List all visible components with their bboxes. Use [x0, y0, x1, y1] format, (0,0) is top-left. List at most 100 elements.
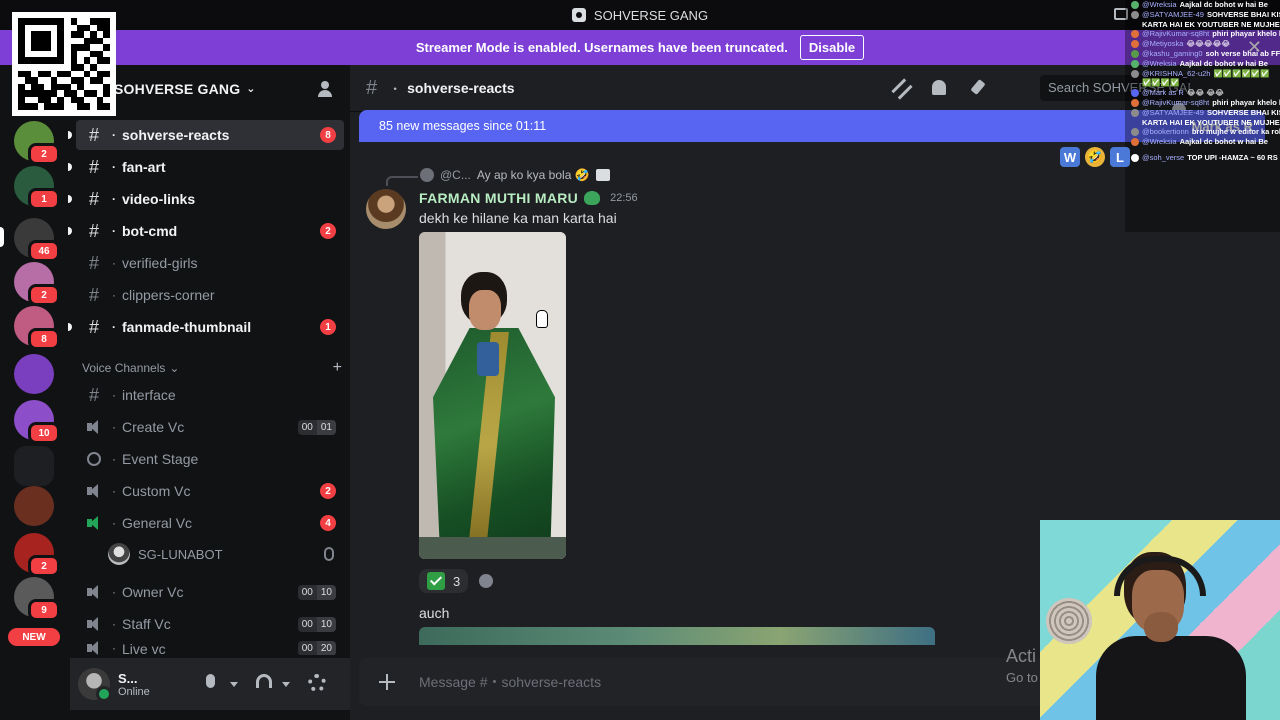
channel-verified-girls[interactable]: # · verified-girls [76, 248, 344, 278]
channel-label: sohverse-reacts [122, 127, 230, 143]
reply-preview[interactable]: @C... Ay ap ko kya bola 🤣 [386, 168, 610, 186]
avatar [1131, 108, 1139, 117]
chat-message: SOHVERSE BHAI KISIKO [1206, 9, 1280, 19]
channel-sidebar: SOHVERSE GANG ⌄ # · sohverse-reacts 8 # · fan-… [68, 65, 350, 720]
channel-create-vc[interactable]: · Create Vc 00 01 [76, 412, 344, 442]
user-limit-value: 00 [297, 419, 317, 435]
stream-chat-overlay: @Wreksia Aajkal dc bohot w hai Be @SATYAMJ… [1125, 0, 1280, 232]
microphone-icon[interactable] [206, 674, 215, 688]
chat-message: TOP UPI -HAMZA ~ 60 RS [1187, 152, 1278, 162]
channel-custom-vc[interactable]: · Custom Vc 2 [76, 476, 344, 506]
check-icon [427, 572, 445, 590]
server-icon-music-server[interactable]: 46 [14, 218, 60, 262]
channel-label: Live vc [122, 641, 166, 655]
image-attachment[interactable] [419, 627, 935, 645]
stage-icon [84, 451, 104, 467]
server-badge: 8 [28, 328, 60, 350]
chat-message: ✅✅✅✅ [1142, 78, 1180, 88]
channel-label: Staff Vc [122, 616, 171, 632]
channel-video-links[interactable]: # · video-links [68, 184, 344, 214]
headphones-icon[interactable] [256, 674, 272, 688]
message-text: auch [419, 605, 450, 621]
pin-icon[interactable] [970, 79, 986, 95]
chat-message: Aajkal dc bohot w hai Be [1179, 137, 1268, 147]
channel-live-vc[interactable]: · Live vc 00 20 [76, 641, 344, 655]
server-icon-folder-server[interactable] [14, 446, 54, 486]
threads-icon[interactable] [891, 78, 913, 100]
channel-staff-vc[interactable]: · Staff Vc 00 10 [76, 609, 344, 639]
gear-icon[interactable] [308, 674, 326, 692]
server-icon-pixel-server[interactable]: 9 [14, 577, 60, 621]
channel-clippers-corner[interactable]: # · clippers-corner [76, 280, 344, 310]
plus-icon[interactable] [375, 670, 399, 694]
chat-user: @Mark as R [1142, 88, 1184, 98]
microphone-muted-icon [324, 547, 334, 561]
avatar[interactable] [366, 189, 406, 229]
channel-bot-cmd[interactable]: # · bot-cmd 2 [68, 216, 344, 246]
message-timestamp: 22:56 [610, 192, 638, 204]
chat-user: @KRISHNA_62-u2h [1142, 68, 1211, 78]
stream-chat-line: KARTA HAI EK YOUTUBER NE MUJHE BATA [1125, 118, 1280, 128]
overlay-badges: W 🤣 L [1060, 147, 1130, 167]
message-input[interactable]: Message #・sohverse-reacts [419, 672, 601, 692]
stream-chat-line: @SATYAMJEE-49SOHVERSE BHAI KISIKO [1125, 108, 1280, 118]
avatar [1131, 128, 1139, 137]
server-icon-logo-server[interactable]: 10 [14, 400, 60, 444]
chevron-down-icon: ⌄ [246, 83, 256, 95]
chat-message: 😂😂😂😂😂 [1186, 39, 1231, 49]
server-icon-cat-server[interactable]: 2 [14, 262, 60, 306]
image-attachment[interactable] [419, 232, 566, 559]
bell-icon[interactable] [932, 80, 946, 95]
server-badge: 2 [28, 143, 60, 165]
hash-icon: # [88, 252, 99, 273]
user-limit: 00 10 [297, 616, 336, 632]
chat-message: 😂😂 😂😂 [1186, 88, 1224, 98]
message-author[interactable]: FARMAN MUTHI MARU [419, 190, 578, 206]
server-icon-anime-server[interactable]: 8 [14, 306, 60, 350]
channel-sohverse-reacts[interactable]: # · sohverse-reacts 8 [68, 120, 344, 150]
avatar [108, 543, 130, 565]
chat-message: Aajkal dc bohot w hai Be [1179, 0, 1268, 9]
channel-label: clippers-corner [122, 287, 215, 303]
chevron-down-icon: ⌄ [169, 361, 180, 375]
new-messages-text: 85 new messages since 01:11 [379, 119, 547, 133]
avatar [1131, 138, 1139, 147]
channel-interface[interactable]: # · interface [76, 380, 344, 410]
add-reaction-button[interactable] [474, 569, 498, 593]
add-channel-icon[interactable]: + [333, 359, 342, 377]
server-icon-person-server[interactable] [14, 354, 54, 394]
speaker-icon [84, 617, 104, 631]
window-title-bar: SOHVERSE GANG [0, 0, 1280, 30]
invite-people-icon[interactable] [318, 80, 336, 98]
stream-chat-line: @RajivKumar-sq8htphiri phayar khelo bhai [1125, 98, 1280, 108]
avatar [1131, 153, 1139, 162]
channel-event-stage[interactable]: · Event Stage [76, 444, 344, 474]
category-label: Voice Channels [82, 361, 166, 375]
chat-user: @Wreksia [1142, 0, 1177, 9]
disable-button[interactable]: Disable [799, 35, 865, 60]
category-voice-channels[interactable]: Voice Channels ⌄ + [82, 358, 342, 378]
user-limit-value: 10 [316, 616, 336, 632]
webcam-feed [1040, 520, 1280, 720]
server-icon-turtle-server[interactable]: 2 [14, 121, 60, 165]
chevron-down-icon[interactable] [230, 682, 238, 687]
chat-user: @SATYAMJEE-49 [1142, 9, 1204, 19]
channel-general-vc[interactable]: · General Vc 4 [76, 508, 344, 538]
server-icon-game-server[interactable] [14, 486, 54, 526]
reaction-count: 3 [453, 573, 461, 589]
voice-user[interactable]: SG-LUNABOT [108, 542, 223, 566]
server-icon-red-server[interactable]: 2 [14, 533, 60, 577]
avatar[interactable] [78, 668, 112, 702]
server-icon-green-circle-server[interactable]: 1 [14, 166, 60, 210]
message-header: FARMAN MUTHI MARU 22:56 [419, 190, 638, 206]
chat-message: phiri phayar khelo bhai [1212, 29, 1280, 39]
chevron-down-icon[interactable] [282, 682, 290, 687]
channel-fan-art[interactable]: # · fan-art [68, 152, 344, 182]
user-limit-value: 00 [297, 616, 317, 632]
channel-fanmade-thumbnail[interactable]: # · fanmade-thumbnail 1 [68, 312, 344, 342]
new-badge[interactable]: NEW [8, 628, 60, 646]
reaction-check[interactable]: 3 [419, 569, 469, 593]
speaker-icon [84, 420, 104, 434]
channel-owner-vc[interactable]: · Owner Vc 00 10 [76, 577, 344, 607]
channel-label: fanmade-thumbnail [122, 319, 252, 335]
